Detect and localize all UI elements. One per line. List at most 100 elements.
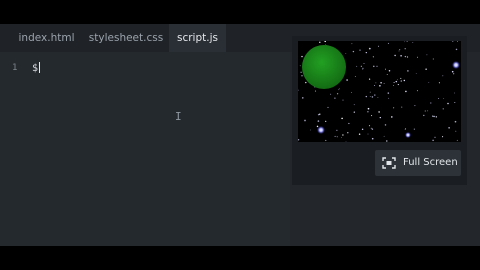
- star: [356, 65, 358, 67]
- star: [327, 106, 329, 108]
- star: [351, 43, 353, 45]
- tab-index-html[interactable]: index.html: [10, 24, 83, 52]
- tab-script-js[interactable]: script.js: [169, 24, 226, 52]
- star: [336, 136, 338, 138]
- star: [383, 83, 385, 85]
- star: [378, 111, 380, 113]
- preview-canvas[interactable]: [298, 41, 461, 142]
- star: [371, 128, 374, 130]
- star: [354, 76, 356, 77]
- star: [400, 55, 402, 57]
- star: [319, 41, 321, 44]
- star: [371, 96, 374, 98]
- star: [302, 97, 304, 99]
- star: [388, 70, 391, 72]
- star: [400, 80, 403, 82]
- star: [324, 41, 326, 43]
- star: [361, 128, 364, 131]
- star: [433, 115, 435, 118]
- star: [379, 116, 381, 119]
- star: [386, 140, 388, 142]
- star: [301, 75, 303, 77]
- star: [412, 42, 414, 43]
- full-screen-button[interactable]: Full Screen: [375, 150, 461, 176]
- space-scene: [298, 41, 460, 142]
- star: [362, 69, 364, 71]
- tab-stylesheet-css[interactable]: stylesheet.css: [83, 24, 169, 52]
- i-beam-cursor-icon: I: [175, 110, 182, 123]
- code-line[interactable]: $: [32, 62, 41, 74]
- code-editor[interactable]: 1 $ I: [0, 52, 290, 246]
- star: [434, 136, 436, 138]
- star: [427, 110, 429, 112]
- star: [432, 139, 434, 142]
- star: [416, 56, 418, 58]
- star: [338, 89, 339, 91]
- star: [325, 120, 327, 123]
- star: [376, 65, 378, 67]
- star: [428, 82, 430, 83]
- star: [387, 42, 389, 44]
- star: [442, 136, 444, 138]
- star: [377, 97, 379, 99]
- star: [454, 92, 455, 94]
- star: [425, 68, 427, 70]
- star: [393, 85, 394, 86]
- star: [380, 82, 382, 84]
- star: [424, 110, 426, 112]
- star: [393, 82, 395, 83]
- star: [336, 129, 338, 131]
- star: [334, 97, 336, 99]
- star: [369, 96, 371, 97]
- star: [394, 54, 396, 57]
- star: [352, 50, 355, 53]
- star: [455, 48, 458, 51]
- bright-star: [405, 132, 411, 138]
- star: [443, 98, 445, 99]
- star: [407, 70, 409, 72]
- star: [367, 133, 369, 135]
- star: [454, 101, 456, 104]
- star: [378, 45, 379, 47]
- star: [358, 133, 361, 135]
- bright-star: [317, 126, 325, 134]
- star: [404, 128, 406, 130]
- star: [348, 122, 350, 125]
- star: [384, 68, 387, 70]
- star: [299, 65, 301, 67]
- star: [400, 77, 402, 79]
- star: [367, 107, 370, 110]
- star: [347, 132, 349, 134]
- star: [399, 49, 401, 51]
- star: [342, 99, 344, 101]
- star: [341, 137, 342, 138]
- star: [305, 81, 307, 84]
- star: [330, 93, 332, 95]
- star: [346, 79, 348, 81]
- star: [353, 104, 355, 106]
- green-planet: [302, 45, 346, 89]
- star: [371, 115, 373, 117]
- star: [415, 72, 417, 74]
- star: [362, 67, 364, 70]
- star: [393, 107, 395, 109]
- star: [432, 58, 434, 60]
- line-number: 1: [12, 63, 18, 73]
- star: [372, 56, 374, 58]
- star: [391, 116, 393, 118]
- star: [452, 41, 454, 42]
- star: [413, 128, 415, 130]
- star: [368, 78, 371, 80]
- star: [383, 135, 385, 137]
- star: [406, 41, 408, 42]
- star: [370, 127, 372, 129]
- text-caret: [39, 62, 41, 73]
- star: [368, 47, 371, 50]
- star: [401, 106, 403, 108]
- star: [298, 139, 300, 141]
- star: [373, 84, 376, 87]
- star: [386, 73, 388, 75]
- star: [404, 48, 406, 50]
- star: [373, 65, 375, 68]
- star: [319, 113, 321, 115]
